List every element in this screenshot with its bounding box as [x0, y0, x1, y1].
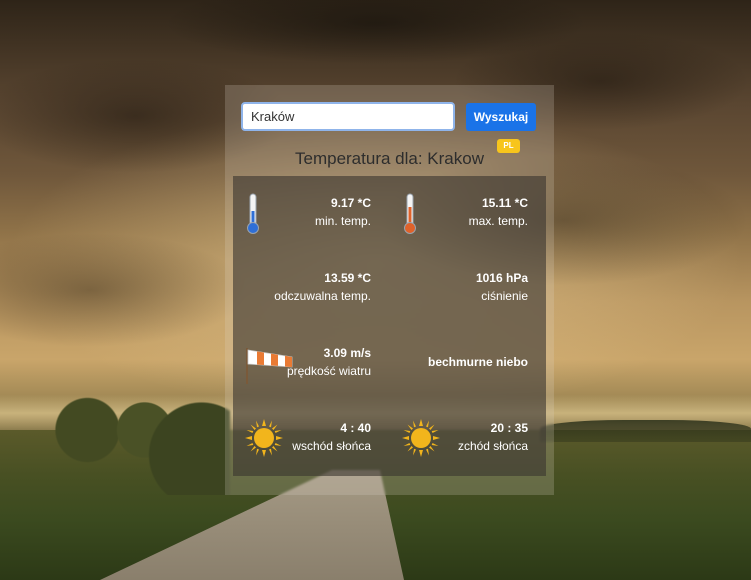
country-badge: PL: [497, 139, 520, 153]
weather-grid: 9.17 *C min. temp. 15.11 *C max. temp. 1…: [233, 176, 546, 476]
sunrise-value: 4 : 40: [340, 421, 371, 435]
sunrise-cell: 4 : 40 wschód słońca: [233, 401, 389, 476]
search-bar: Wyszukaj: [241, 102, 538, 132]
min-temp-value: 9.17 *C: [330, 196, 371, 210]
sunset-cell: 20 : 35 zchód słońca: [390, 401, 546, 476]
min-temp-cell: 9.17 *C min. temp.: [233, 176, 389, 251]
description-cell: bechmurne niebo: [390, 326, 546, 401]
max-temp-label: max. temp.: [468, 214, 528, 228]
background-trees: [40, 395, 230, 495]
sunset-value: 20 : 35: [490, 421, 528, 435]
feels-like-value: 13.59 *C: [324, 271, 371, 285]
wind-value: 3.09 m/s: [323, 346, 371, 360]
search-button[interactable]: Wyszukaj: [466, 103, 536, 131]
pressure-label: ciśnienie: [481, 289, 528, 303]
sunset-label: zchód słońca: [457, 439, 528, 453]
max-temp-cell: 15.11 *C max. temp.: [390, 176, 546, 251]
feels-like-cell: 13.59 *C odczuwalna temp.: [233, 251, 389, 326]
thermometer-hot-icon: [404, 193, 416, 234]
background-treeline: [540, 420, 751, 442]
sunrise-sun-icon: [245, 419, 283, 457]
pressure-cell: 1016 hPa ciśnienie: [390, 251, 546, 326]
feels-like-label: odczuwalna temp.: [274, 289, 371, 303]
city-search-input[interactable]: [241, 102, 455, 131]
sunset-sun-icon: [402, 419, 440, 457]
wind-cell: 3.09 m/s prędkość wiatru: [233, 326, 389, 401]
sunrise-label: wschód słońca: [292, 439, 371, 453]
weather-panel: Wyszukaj Temperatura dla: Krakow PL 9.17…: [225, 85, 554, 495]
thermometer-cold-icon: [247, 193, 259, 234]
wind-label: prędkość wiatru: [286, 364, 371, 378]
min-temp-label: min. temp.: [314, 214, 371, 228]
max-temp-value: 15.11 *C: [481, 196, 528, 210]
weather-description: bechmurne niebo: [427, 355, 528, 369]
pressure-value: 1016 hPa: [475, 271, 528, 285]
